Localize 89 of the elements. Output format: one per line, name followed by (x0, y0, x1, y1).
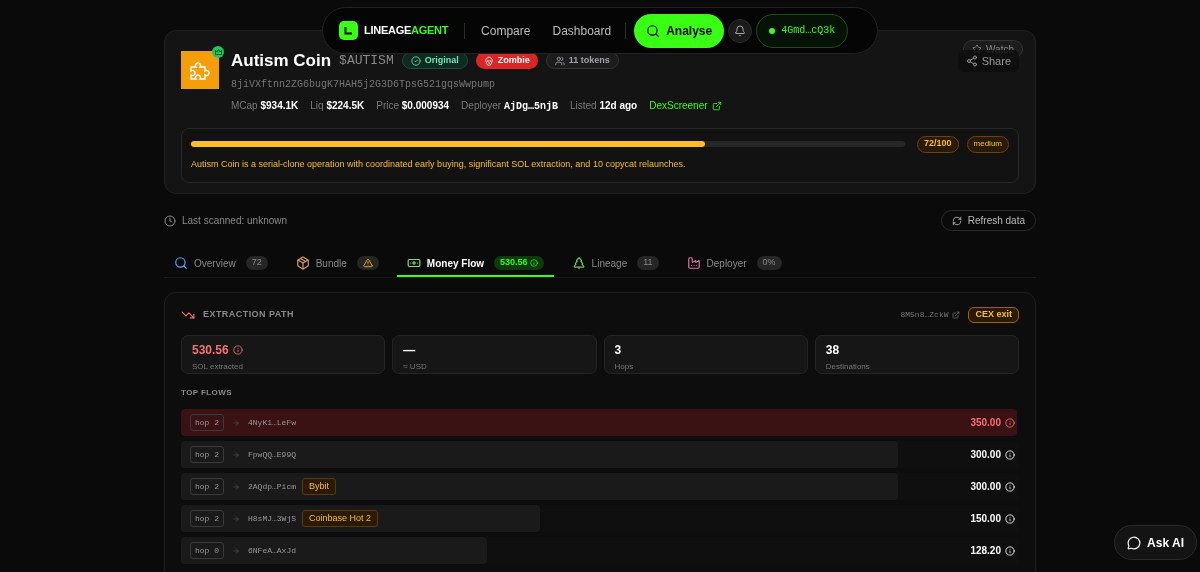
metric-value: 38 (825, 342, 841, 359)
arrow-icon (232, 546, 240, 555)
banknote-icon (406, 256, 421, 270)
token-stat: MCap $934.1K (231, 99, 299, 113)
tab[interactable]: Bundle (285, 251, 389, 277)
risk-score: 72/100 (917, 135, 959, 153)
crown-badge-icon (212, 46, 224, 58)
flow-amount: 350.00 (970, 415, 1015, 430)
logo-icon[interactable] (339, 21, 358, 40)
flow-amount: 128.20 (970, 543, 1015, 558)
hop-tag: hop 0 (190, 542, 224, 559)
flow-address: 2AQdp…Picm (248, 480, 297, 493)
wallet-link[interactable]: 8M5n8…ZckW (900, 309, 961, 321)
brand-name-accent: AGENT (410, 23, 449, 39)
bell-icon (734, 24, 747, 37)
dexscreener-link[interactable]: DexScreener (649, 98, 722, 113)
tab-count: 530.56 (494, 256, 544, 270)
tree-icon (571, 256, 586, 270)
share-button[interactable]: Share (957, 50, 1019, 72)
info-icon (1005, 481, 1015, 492)
last-scanned: Last scanned: unknown (164, 213, 288, 228)
notification-button[interactable] (728, 18, 753, 43)
tab[interactable]: Money Flow 530.56 (396, 251, 554, 277)
tab-count: 0% (756, 256, 782, 270)
info-icon (232, 345, 243, 355)
package-icon (295, 256, 310, 270)
section-title: TOP FLOWS (181, 387, 233, 399)
exchange-tag: Coinbase Hot 2 (302, 510, 379, 527)
info-icon (529, 259, 538, 267)
puzzle-icon (188, 59, 212, 81)
nav-link[interactable]: Dashboard (552, 21, 612, 40)
hop-tag: hop 2 (190, 446, 224, 463)
warning-badge (356, 256, 379, 270)
metric-label: Destinations (825, 361, 871, 373)
clock-icon (164, 214, 176, 227)
external-link-icon (711, 100, 722, 111)
nav-link[interactable]: Compare (481, 21, 531, 40)
hop-tag: hop 2 (190, 510, 224, 527)
metric-value: 530.56 (192, 341, 375, 359)
info-icon (1005, 417, 1015, 428)
risk-summary: Autism Coin is a serial-clone operation with coordinated early buying, significant SOL extraction, and 10 copycat relaunches. (191, 157, 687, 171)
tab[interactable]: Overview 72 (164, 251, 278, 277)
token-name: Autism Coin (231, 50, 332, 72)
flow-amount: 300.00 (970, 479, 1015, 494)
refresh-icon (951, 215, 962, 226)
metric-label: ≈ USD (403, 361, 428, 373)
info-icon (1005, 449, 1015, 460)
tab-count: 72 (245, 256, 268, 270)
flow-address: FpwQQ…E99Q (248, 448, 297, 461)
magnifier-icon (174, 256, 188, 270)
hop-tag: hop 2 (190, 478, 224, 495)
metric-value: — (403, 342, 417, 359)
tab[interactable]: Deployer 0% (676, 251, 792, 277)
factory-icon (686, 256, 701, 270)
hop-tag: hop 2 (190, 414, 224, 431)
metric-value: 3 (614, 342, 623, 359)
cex-exit-badge: CEX exit (968, 307, 1019, 323)
token-ticker: $AUTISM (339, 52, 394, 70)
chat-icon (1127, 535, 1142, 550)
token-stat: Deployer AjDg…5njB (461, 98, 558, 114)
section-title: EXTRACTION PATH (203, 308, 294, 322)
arrow-icon (232, 418, 240, 427)
flow-address: 6NFeA…AxJd (248, 544, 297, 557)
token-stat: Price $0.000934 (376, 99, 450, 113)
metric-label: SOL extracted (192, 361, 244, 373)
info-icon (1005, 545, 1015, 556)
analyse-button[interactable]: Analyse (634, 13, 725, 48)
ask-ai-button[interactable]: Ask AI (1114, 525, 1197, 560)
token-stat: Liq $224.5K (310, 99, 365, 113)
severity-tag: medium (966, 135, 1009, 153)
flow-amount: 150.00 (970, 511, 1015, 526)
flow-address: 4NyK1…LeFw (248, 416, 297, 429)
exchange-tag: Bybit (302, 478, 337, 495)
brand-name: LINEAGE (364, 23, 411, 39)
token-address: 8jiVXftnn2ZG6bugK7HAH5j2G3D6TpsG521gqsWwpump (231, 77, 497, 92)
wallet-button[interactable]: 4Gmd…cQ3k (756, 13, 849, 48)
arrow-icon (232, 514, 240, 523)
metric-label: Hops (614, 361, 635, 373)
tab-count: 11 (637, 256, 659, 270)
tab[interactable]: Lineage 11 (561, 251, 669, 277)
external-link-icon (952, 311, 961, 319)
flow-amount: 300.00 (970, 447, 1015, 462)
flow-address: H8sMJ…3WjS (248, 512, 297, 525)
token-stat: Listed 12d ago (569, 99, 638, 113)
search-icon (646, 23, 661, 38)
share-icon (965, 55, 978, 67)
arrow-icon (232, 482, 240, 491)
arrow-icon (232, 450, 240, 459)
info-icon (1005, 513, 1015, 524)
